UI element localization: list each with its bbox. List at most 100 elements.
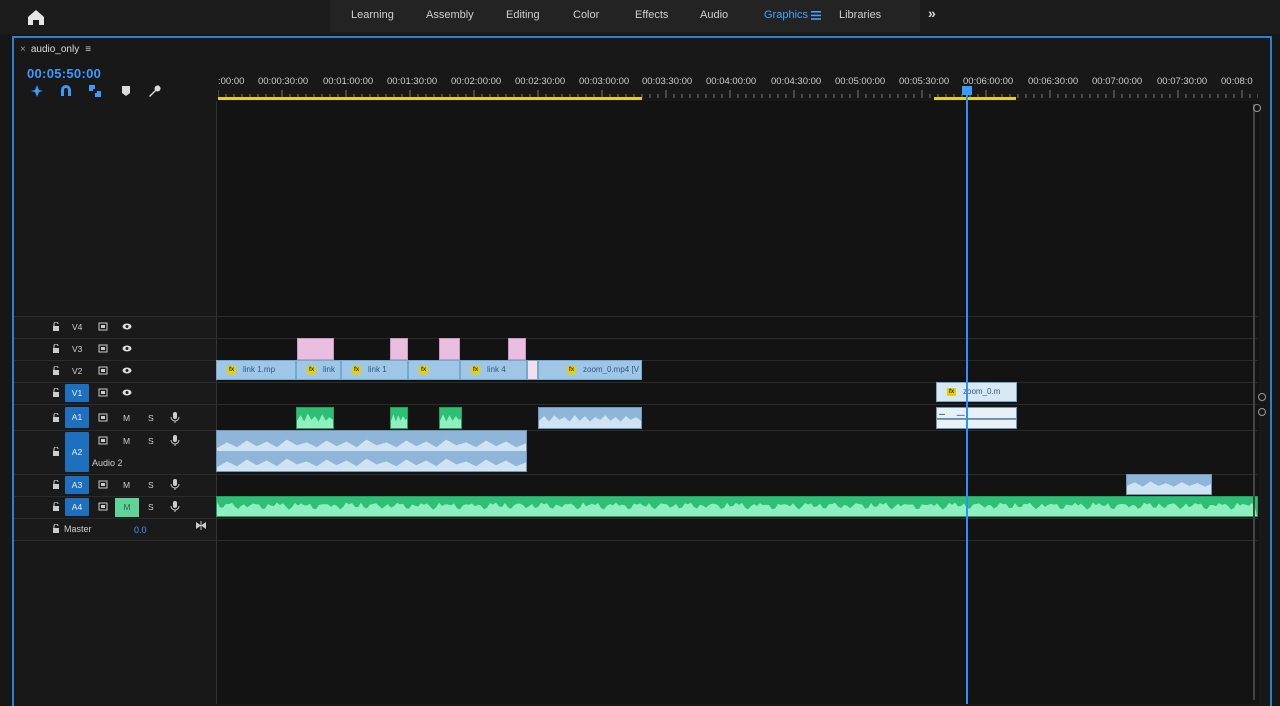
microphone-icon[interactable] bbox=[170, 412, 180, 423]
collapse-track-icon[interactable] bbox=[196, 521, 206, 530]
scroll-handle[interactable] bbox=[1253, 104, 1261, 112]
ruler-label: 00:03:00:00 bbox=[579, 76, 630, 87]
mute-button[interactable]: M bbox=[123, 413, 130, 423]
home-icon[interactable] bbox=[22, 6, 50, 28]
ruler-label: 00:07:00:00 bbox=[1092, 76, 1143, 87]
solo-button[interactable]: S bbox=[148, 480, 154, 490]
fx-badge: fx bbox=[307, 366, 316, 374]
sync-lock-icon[interactable] bbox=[98, 388, 108, 397]
tab-effects[interactable]: Effects bbox=[635, 9, 668, 21]
audio-clip[interactable] bbox=[439, 407, 462, 429]
sync-lock-icon[interactable] bbox=[98, 413, 108, 422]
nest-toggle-icon[interactable] bbox=[30, 84, 44, 98]
vertical-scrollbar[interactable] bbox=[1253, 104, 1261, 700]
tab-editing[interactable]: Editing bbox=[506, 9, 540, 21]
lock-icon[interactable] bbox=[51, 502, 61, 511]
ruler-label: 00:01:30:00 bbox=[387, 76, 438, 87]
playhead-timecode[interactable]: 00:05:50:00 bbox=[27, 66, 101, 81]
sync-lock-icon[interactable] bbox=[98, 480, 108, 489]
eye-icon[interactable] bbox=[122, 388, 132, 397]
eye-icon[interactable] bbox=[122, 344, 132, 353]
audio-clip[interactable] bbox=[936, 407, 1017, 429]
audio-clip[interactable] bbox=[296, 407, 334, 429]
graphic-clip[interactable] bbox=[439, 338, 460, 360]
add-marker-icon[interactable] bbox=[119, 84, 133, 98]
snap-icon[interactable] bbox=[59, 84, 73, 98]
microphone-icon[interactable] bbox=[170, 501, 180, 512]
track-name-a2[interactable]: Audio 2 bbox=[92, 458, 123, 468]
work-area-bar[interactable] bbox=[218, 97, 642, 100]
graphic-clip[interactable] bbox=[297, 338, 334, 360]
sync-lock-icon[interactable] bbox=[98, 436, 108, 445]
work-area-bar[interactable] bbox=[934, 97, 1016, 100]
playhead-handle[interactable] bbox=[962, 86, 972, 95]
lock-icon[interactable] bbox=[51, 447, 61, 456]
audio-clip[interactable] bbox=[538, 407, 642, 429]
wrench-icon[interactable] bbox=[147, 84, 161, 98]
audio-clip[interactable] bbox=[390, 407, 408, 429]
track-target-a3[interactable]: A3 bbox=[65, 476, 89, 494]
lock-icon[interactable] bbox=[51, 322, 61, 331]
video-clip[interactable]: fx zoom_0.m bbox=[936, 382, 1017, 402]
sync-lock-icon[interactable] bbox=[98, 366, 108, 375]
tab-libraries[interactable]: Libraries bbox=[839, 9, 881, 21]
sequence-tab[interactable]: × audio_only ≡ bbox=[20, 44, 91, 55]
solo-button[interactable]: S bbox=[148, 436, 154, 446]
audio-clip[interactable] bbox=[216, 430, 527, 472]
lock-icon[interactable] bbox=[51, 413, 61, 422]
lock-icon[interactable] bbox=[51, 524, 61, 533]
close-icon[interactable]: × bbox=[20, 44, 26, 55]
track-target-a1[interactable]: A1 bbox=[65, 407, 89, 428]
track-label-v4[interactable]: V4 bbox=[72, 322, 82, 332]
tab-color[interactable]: Color bbox=[573, 9, 599, 21]
tab-learning[interactable]: Learning bbox=[351, 9, 394, 21]
solo-button[interactable]: S bbox=[148, 413, 154, 423]
zoom-handle[interactable] bbox=[1258, 393, 1266, 401]
track-target-a4[interactable]: A4 bbox=[65, 498, 89, 516]
video-clip[interactable]: fx link 4 bbox=[460, 360, 527, 380]
mute-button-active[interactable]: M bbox=[115, 498, 139, 517]
ruler-label: 00:07:30:00 bbox=[1157, 76, 1208, 87]
timeline-tracks-area[interactable] bbox=[216, 101, 1259, 704]
video-clip[interactable]: fx zoom_0.mp4 [V bbox=[538, 360, 642, 380]
video-clip[interactable] bbox=[527, 360, 538, 380]
graphic-clip[interactable] bbox=[508, 338, 526, 360]
track-target-v1[interactable]: V1 bbox=[65, 384, 89, 402]
lock-icon[interactable] bbox=[51, 480, 61, 489]
lock-icon[interactable] bbox=[51, 366, 61, 375]
tab-audio[interactable]: Audio bbox=[700, 9, 728, 21]
video-clip[interactable]: fx link 1 bbox=[341, 360, 408, 380]
zoom-handle[interactable] bbox=[1258, 408, 1266, 416]
eye-icon[interactable] bbox=[122, 366, 132, 375]
ruler-label: 00:03:30:00 bbox=[642, 76, 693, 87]
panel-menu-icon[interactable]: ≡ bbox=[85, 44, 91, 55]
lock-icon[interactable] bbox=[51, 344, 61, 353]
microphone-icon[interactable] bbox=[170, 435, 180, 446]
audio-clip[interactable] bbox=[1126, 474, 1212, 495]
tab-graphics[interactable]: Graphics bbox=[764, 9, 808, 21]
mute-button[interactable]: M bbox=[123, 436, 130, 446]
sync-lock-icon[interactable] bbox=[98, 344, 108, 353]
lock-icon[interactable] bbox=[51, 388, 61, 397]
audio-clip[interactable] bbox=[216, 496, 1258, 517]
graphic-clip[interactable] bbox=[390, 338, 408, 360]
linked-selection-icon[interactable] bbox=[88, 84, 102, 98]
track-label-v3[interactable]: V3 bbox=[72, 344, 82, 354]
video-clip[interactable]: fx link bbox=[296, 360, 341, 380]
double-chevron-right-icon[interactable]: » bbox=[928, 5, 936, 21]
solo-button[interactable]: S bbox=[148, 502, 154, 512]
video-clip[interactable]: fx bbox=[408, 360, 460, 380]
eye-icon[interactable] bbox=[122, 322, 132, 331]
sync-lock-icon[interactable] bbox=[98, 322, 108, 331]
video-clip[interactable]: fx link 1.mp bbox=[216, 360, 296, 380]
mute-button[interactable]: M bbox=[123, 480, 130, 490]
hamburger-icon[interactable] bbox=[811, 11, 821, 20]
ruler-label: 00:04:00:00 bbox=[706, 76, 757, 87]
microphone-icon[interactable] bbox=[170, 479, 180, 490]
tab-assembly[interactable]: Assembly bbox=[426, 9, 474, 21]
sync-lock-icon[interactable] bbox=[98, 502, 108, 511]
track-label-v2[interactable]: V2 bbox=[72, 366, 82, 376]
master-volume-value[interactable]: 0.0 bbox=[134, 525, 147, 535]
playhead-line[interactable] bbox=[966, 90, 968, 704]
track-target-a2[interactable]: A2 bbox=[65, 432, 89, 472]
